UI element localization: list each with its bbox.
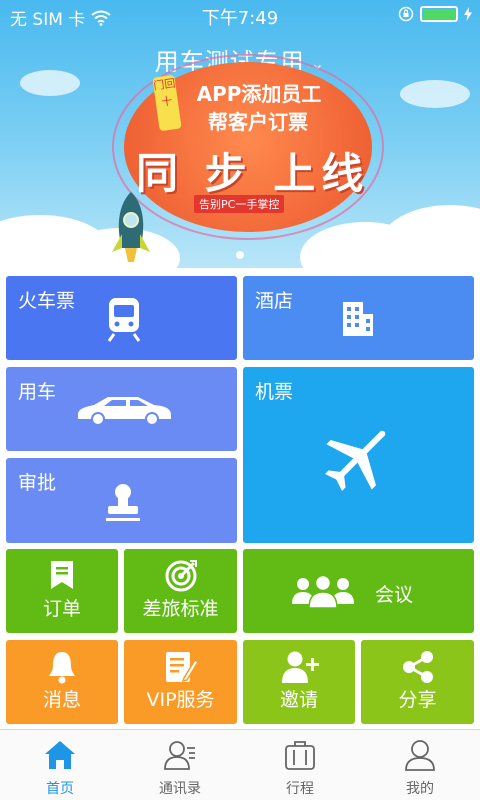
user-icon: [405, 740, 435, 771]
share-tile[interactable]: 分享: [361, 640, 474, 724]
tab-mine[interactable]: 我的: [360, 730, 480, 800]
car-service-label: 用车: [18, 381, 57, 403]
stamp-icon: [106, 484, 140, 521]
tab-home-label: 首页: [46, 781, 74, 797]
group-icon: [292, 574, 354, 608]
approval-label: 审批: [18, 472, 57, 494]
promo-line-2: 帮客户订票: [208, 110, 308, 134]
promo-headline: 同 步 上线: [136, 149, 370, 198]
invite-tile[interactable]: 邀请: [243, 640, 355, 724]
meeting-label: 会议: [375, 584, 414, 606]
add-user-icon: [282, 651, 319, 683]
edit-document-icon: [166, 652, 198, 683]
orders-tile[interactable]: 订单: [6, 549, 118, 633]
share-icon: [403, 651, 433, 683]
orders-label: 订单: [42, 598, 81, 620]
charging-icon: [464, 7, 472, 21]
tab-contacts-label: 通讯录: [159, 781, 201, 797]
vip-service-tile[interactable]: VIP服务: [124, 640, 237, 724]
travel-standard-tile[interactable]: 差旅标准: [124, 549, 237, 633]
suitcase-icon: [285, 741, 315, 770]
car-service-tile[interactable]: 用车: [6, 367, 237, 451]
train-ticket-tile[interactable]: 火车票: [6, 276, 237, 360]
invite-label: 邀请: [279, 689, 318, 711]
bottom-tab-bar: 首页 通讯录 行程 我的: [0, 729, 480, 800]
tab-itinerary-label: 行程: [286, 781, 314, 797]
home-icon: [45, 741, 75, 769]
messages-label: 消息: [42, 689, 81, 711]
status-bar: 无 SIM 卡 下午7:49: [0, 0, 480, 30]
flight-ticket-tile[interactable]: 机票: [243, 367, 474, 543]
pagination-dot[interactable]: [236, 251, 244, 259]
bell-icon: [49, 652, 75, 684]
airplane-icon: [325, 430, 386, 491]
tab-contacts[interactable]: 通讯录: [120, 730, 240, 800]
share-label: 分享: [398, 689, 437, 711]
car-icon: [78, 397, 171, 426]
bookmark-icon: [51, 561, 73, 589]
promo-tagline: 告别PC一手掌控: [194, 195, 285, 213]
approval-tile[interactable]: 审批: [6, 458, 237, 543]
battery-icon: [420, 6, 458, 22]
promo-banner[interactable]: 无 SIM 卡 下午7:49 ⌄ 门回十 APP添加员工 帮客户订票 同 步 上…: [0, 0, 480, 268]
tab-home[interactable]: 首页: [0, 730, 120, 800]
train-icon: [107, 298, 141, 342]
travel-standard-label: 差旅标准: [142, 598, 219, 620]
tab-itinerary[interactable]: 行程: [240, 730, 360, 800]
flight-ticket-label: 机票: [255, 381, 294, 403]
vip-service-label: VIP服务: [146, 689, 215, 711]
target-icon: [165, 560, 197, 592]
train-ticket-label: 火车票: [18, 290, 76, 312]
contacts-icon: [164, 741, 195, 770]
meeting-tile[interactable]: 会议: [243, 549, 474, 633]
hotel-label: 酒店: [255, 290, 294, 312]
hotel-tile[interactable]: 酒店: [243, 276, 474, 360]
building-icon: [343, 302, 373, 336]
app-screen: 无 SIM 卡 下午7:49 ⌄ 门回十 APP添加员工 帮客户订票 同 步 上…: [0, 0, 480, 800]
tab-mine-label: 我的: [406, 781, 434, 797]
banner-pagination[interactable]: [0, 251, 480, 259]
messages-tile[interactable]: 消息: [6, 640, 118, 724]
promo-line-1: APP添加员工: [196, 82, 322, 106]
orientation-lock-icon: [398, 6, 414, 22]
